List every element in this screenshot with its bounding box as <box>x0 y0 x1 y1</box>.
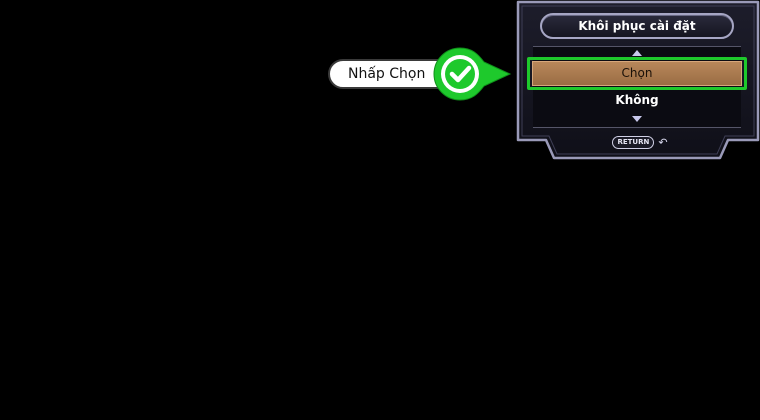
return-button[interactable]: RETURN <box>612 135 655 149</box>
return-arrow-icon: ↶ <box>658 135 668 149</box>
scroll-down-arrow-icon[interactable] <box>632 116 642 122</box>
scroll-up-arrow-icon[interactable] <box>632 50 642 56</box>
checkmark-icon <box>433 47 512 101</box>
dialog-title: Khôi phục cài đặt <box>540 13 734 39</box>
highlight-frame <box>527 57 747 90</box>
option-khong[interactable]: Không <box>532 89 742 111</box>
return-hint[interactable]: RETURN ↶ <box>600 135 680 149</box>
screen: Khôi phục cài đặt Chọn Không RETURN ↶ Nh… <box>0 0 760 420</box>
